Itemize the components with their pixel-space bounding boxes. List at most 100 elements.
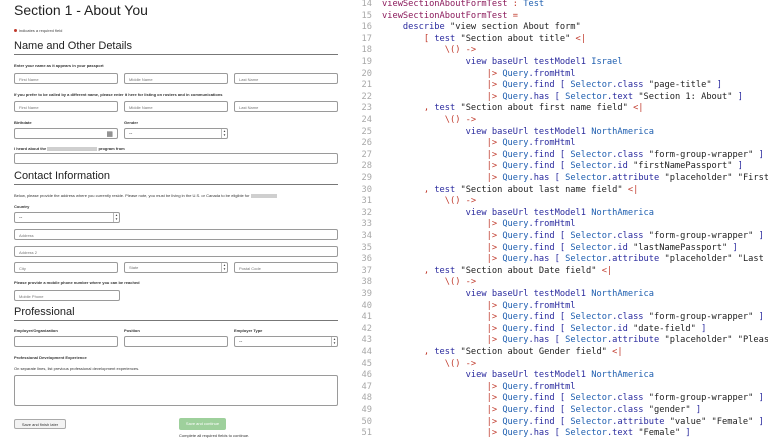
code-line[interactable]: 24 \() ->	[352, 115, 768, 127]
code-line[interactable]: 41 |> Query.find [ Selector.class "form-…	[352, 312, 768, 324]
code-line[interactable]: 43 |> Query.has [ Selector.attribute "pl…	[352, 335, 768, 347]
code-token: Selector	[570, 80, 613, 91]
code-token: Query	[502, 149, 529, 160]
code-token: .has [	[528, 173, 566, 183]
code-text: , test "Section about Gender field" <|	[372, 347, 623, 359]
code-line[interactable]: 16 describe "view section About form"	[352, 22, 768, 34]
code-token: .class	[612, 149, 649, 160]
birthdate-input[interactable]: ▦	[14, 128, 118, 139]
code-token: .attribute	[606, 335, 665, 346]
code-line[interactable]: 35 |> Query.find [ Selector.id "lastName…	[352, 243, 768, 255]
code-line[interactable]: 42 |> Query.find [ Selector.id "date-fie…	[352, 324, 768, 336]
code-token: test	[434, 347, 461, 357]
code-line[interactable]: 30 , test "Section about last name field…	[352, 185, 768, 197]
code-line[interactable]: 34 |> Query.find [ Selector.class "form-…	[352, 231, 768, 243]
code-text: \() ->	[372, 115, 476, 127]
code-token: "Section about Date field"	[460, 265, 597, 276]
code-line[interactable]: 18 \() ->	[352, 45, 768, 57]
code-line[interactable]: 22 |> Query.has [ Selector.text "Section…	[352, 92, 768, 104]
save-finish-later-button[interactable]: Save and finish later	[14, 419, 66, 429]
employer-input[interactable]	[14, 336, 118, 347]
preferred-middle-name-input[interactable]: Middle Name	[124, 101, 228, 112]
calendar-icon[interactable]: ▦	[106, 130, 113, 138]
code-line[interactable]: 36 |> Query.has [ Selector.attribute "pl…	[352, 254, 768, 266]
code-line[interactable]: 37 , test "Section about Date field" <|	[352, 266, 768, 278]
code-token: \() ->	[382, 358, 477, 369]
first-name-input[interactable]: First Name	[14, 73, 118, 84]
code-editor[interactable]: 14 viewSectionAboutFormTest : Test 15 viewS…	[352, 0, 768, 442]
code-token: ]	[711, 80, 723, 91]
preferred-first-name-input[interactable]: First Name	[14, 101, 118, 112]
code-line[interactable]: 39 view baseUrl testModel1 NorthAmerica	[352, 289, 768, 301]
middle-name-input[interactable]: Middle Name	[124, 73, 228, 84]
address-input[interactable]: Address	[14, 229, 338, 240]
code-token: .find [	[528, 405, 571, 415]
code-token: ]	[695, 323, 707, 334]
city-input[interactable]: City	[14, 262, 118, 273]
code-text: |> Query.fromHtml	[372, 301, 576, 313]
line-number: 16	[361, 22, 372, 33]
country-select[interactable]: -- ▲ ▼	[14, 212, 120, 223]
code-line[interactable]: 28 |> Query.find [ Selector.id "firstNam…	[352, 161, 768, 173]
code-line[interactable]: 50 |> Query.find [ Selector.attribute "v…	[352, 417, 768, 429]
code-line[interactable]: 20 |> Query.fromHtml	[352, 69, 768, 81]
code-text: |> Query.find [ Selector.id "lastNamePas…	[372, 243, 738, 255]
pd-textarea[interactable]	[14, 375, 338, 406]
code-line[interactable]: 21 |> Query.find [ Selector.class "page-…	[352, 80, 768, 92]
code-line[interactable]: 49 |> Query.find [ Selector.class "gende…	[352, 405, 768, 417]
preferred-name-label: If you prefer to be called by a differen…	[14, 92, 223, 97]
code-line[interactable]: 48 |> Query.find [ Selector.class "form-…	[352, 393, 768, 405]
code-token: .fromHtml	[528, 138, 576, 149]
code-token: "Section about title"	[460, 33, 571, 44]
code-line[interactable]: 26 |> Query.fromHtml	[352, 138, 768, 150]
mobile-label: Please provide a mobile phone number whe…	[14, 280, 140, 285]
postal-code-input[interactable]: Postal Code	[234, 262, 338, 273]
code-line[interactable]: 44 , test "Section about Gender field" <…	[352, 347, 768, 359]
line-number: 29	[361, 173, 372, 183]
code-token: |>	[382, 323, 503, 334]
code-line[interactable]: 23 , test "Section about first name fiel…	[352, 103, 768, 115]
code-token: "Section about first name field"	[460, 103, 628, 114]
code-line[interactable]: 33 |> Query.fromHtml	[352, 219, 768, 231]
state-select[interactable]: State ▲ ▼	[124, 262, 228, 273]
code-token: view baseUrl testModel1	[382, 57, 592, 67]
code-line[interactable]: 40 |> Query.fromHtml	[352, 301, 768, 313]
gender-select[interactable]: -- ▲ ▼	[124, 128, 228, 139]
code-line[interactable]: 27 |> Query.find [ Selector.class "form-…	[352, 150, 768, 162]
code-token: <|	[606, 347, 623, 357]
code-line[interactable]: 51 |> Query.has [ Selector.text "Female"…	[352, 428, 768, 440]
code-token: .class	[612, 80, 649, 91]
code-token: |>	[382, 219, 503, 230]
code-token: Query	[502, 91, 529, 102]
code-line[interactable]: 15 viewSectionAboutFormTest =	[352, 11, 768, 23]
code-token: ,	[382, 103, 435, 114]
code-token: .find [	[528, 231, 571, 241]
code-line[interactable]: 19 view baseUrl testModel1 Israel	[352, 57, 768, 69]
code-line[interactable]: 17 [ test "Section about title" <|	[352, 34, 768, 46]
code-line[interactable]: 47 |> Query.fromHtml	[352, 382, 768, 394]
required-note-text: indicates a required field	[19, 28, 63, 33]
code-token: ]	[732, 91, 743, 102]
address-2-input[interactable]: Address 2	[14, 246, 338, 257]
employer-type-select[interactable]: -- ▲ ▼	[234, 336, 338, 347]
code-line[interactable]: 25 view baseUrl testModel1 NorthAmerica	[352, 127, 768, 139]
position-input[interactable]	[124, 336, 228, 347]
preferred-last-name-input[interactable]: Last Name	[234, 101, 338, 112]
line-number: 30	[361, 184, 372, 195]
code-line[interactable]: 32 view baseUrl testModel1 NorthAmerica	[352, 208, 768, 220]
code-token: NorthAmerica	[591, 207, 654, 218]
code-line[interactable]: 46 view baseUrl testModel1 NorthAmerica	[352, 370, 768, 382]
code-line[interactable]: 38 \() ->	[352, 277, 768, 289]
code-line[interactable]: 14 viewSectionAboutFormTest : Test	[352, 0, 768, 11]
code-token: Selector	[570, 231, 613, 241]
code-line[interactable]: 45 \() ->	[352, 359, 768, 371]
mobile-phone-input[interactable]: Mobile Phone	[14, 290, 120, 301]
heard-about-input[interactable]	[14, 153, 338, 164]
last-name-input[interactable]: Last Name	[234, 73, 338, 84]
code-line[interactable]: 31 \() ->	[352, 196, 768, 208]
code-text: view baseUrl testModel1 NorthAmerica	[372, 370, 654, 382]
save-continue-button[interactable]: Save and continue	[179, 418, 226, 430]
code-text: describe "view section About form"	[372, 22, 581, 34]
line-number: 47	[361, 381, 372, 392]
code-line[interactable]: 29 |> Query.has [ Selector.attribute "pl…	[352, 173, 768, 185]
